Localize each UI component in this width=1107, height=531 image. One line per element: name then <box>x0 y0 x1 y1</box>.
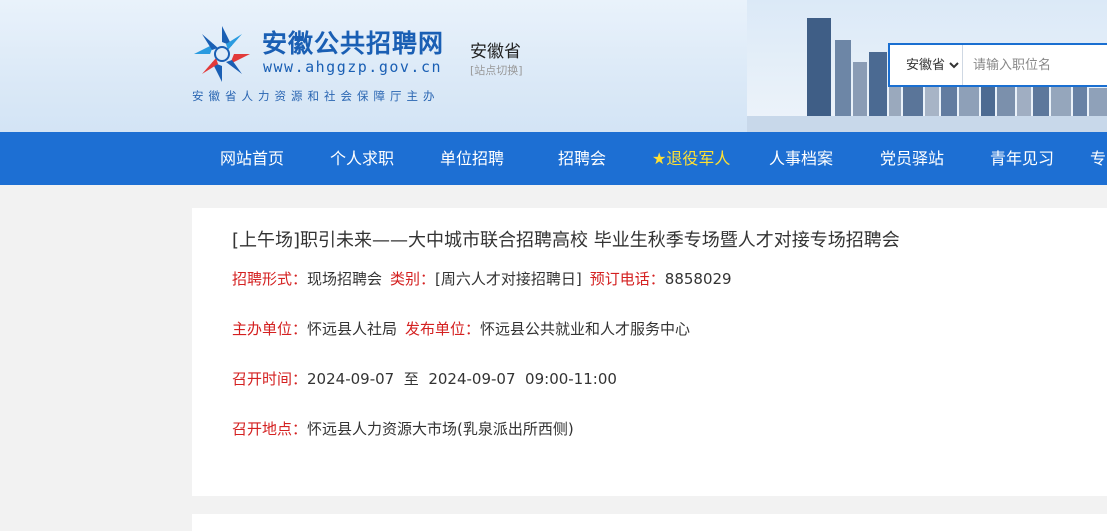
search-bar: 安徽省 <box>888 43 1107 87</box>
site-url: www.ahggzp.gov.cn <box>263 58 443 76</box>
publisher-value: 怀远县公共就业和人才服务中心 <box>480 320 691 338</box>
publisher-label: 发布单位： <box>405 320 481 338</box>
location-label: 召开地点： <box>232 420 308 438</box>
form-label: 招聘形式： <box>232 270 308 288</box>
site-subtitle: 安徽省人力资源和社会保障厅主办 <box>192 89 440 103</box>
nav-personnel-files[interactable]: 人事档案 <box>769 132 833 185</box>
site-title: 安徽公共招聘网 <box>262 29 445 58</box>
nav-job-seeking[interactable]: 个人求职 <box>330 132 394 185</box>
phone-value: 8858029 <box>664 270 732 288</box>
to-word: 至 <box>403 370 419 388</box>
site-switch-link[interactable]: [站点切换] <box>470 62 523 78</box>
secondary-card <box>192 514 1107 531</box>
nav-veterans[interactable]: ★退役军人 <box>652 132 730 185</box>
phone-label: 预订电话： <box>589 270 665 288</box>
nav-party-station[interactable]: 党员驿站 <box>880 132 944 185</box>
host-value: 怀远县人社局 <box>307 320 398 338</box>
site-header: 安徽公共招聘网 www.ahggzp.gov.cn 安徽省 [站点切换] 安徽省… <box>0 0 1107 132</box>
nav-youth-internship[interactable]: 青年见习 <box>990 132 1054 185</box>
time-label: 召开时间： <box>232 370 308 388</box>
nav-special[interactable]: 专 <box>1090 132 1106 185</box>
current-region: 安徽省 <box>470 42 521 62</box>
location-value: 怀远县人力资源大市场(乳泉派出所西侧) <box>307 420 574 438</box>
site-logo[interactable]: 安徽公共招聘网 www.ahggzp.gov.cn 安徽省 [站点切换] 安徽省… <box>192 22 532 112</box>
event-detail-card: [上午场]职引未来——大中城市联合招聘高校 毕业生秋季专场暨人才对接专场招聘会 … <box>192 208 1107 496</box>
nav-home[interactable]: 网站首页 <box>220 132 284 185</box>
event-location-row: 召开地点：怀远县人力资源大市场(乳泉派出所西侧) <box>232 418 574 439</box>
event-hours: 09:00-11:00 <box>525 370 617 388</box>
event-meta-row: 招聘形式：现场招聘会 类别：[周六人才对接招聘日] 预订电话：8858029 <box>232 268 732 289</box>
form-value: 现场招聘会 <box>307 270 383 288</box>
start-date: 2024-09-07 <box>307 370 395 388</box>
main-nav: 网站首页 个人求职 单位招聘 招聘会 ★退役军人 人事档案 党员驿站 青年见习 … <box>0 132 1107 185</box>
nav-job-fair[interactable]: 招聘会 <box>558 132 606 185</box>
event-time-row: 召开时间：2024-09-07 至 2024-09-07 09:00-11:00 <box>232 368 617 389</box>
nav-employer-recruit[interactable]: 单位招聘 <box>440 132 504 185</box>
end-date: 2024-09-07 <box>428 370 516 388</box>
category-value: [周六人才对接招聘日] <box>435 270 582 288</box>
job-search-input[interactable] <box>963 45 1107 85</box>
event-title: [上午场]职引未来——大中城市联合招聘高校 毕业生秋季专场暨人才对接专场招聘会 <box>232 230 900 251</box>
event-organizer-row: 主办单位：怀远县人社局 发布单位：怀远县公共就业和人才服务中心 <box>232 318 690 339</box>
category-label: 类别： <box>390 270 436 288</box>
host-label: 主办单位： <box>232 320 308 338</box>
logo-mark-icon <box>194 26 250 82</box>
region-select[interactable]: 安徽省 <box>890 45 963 85</box>
